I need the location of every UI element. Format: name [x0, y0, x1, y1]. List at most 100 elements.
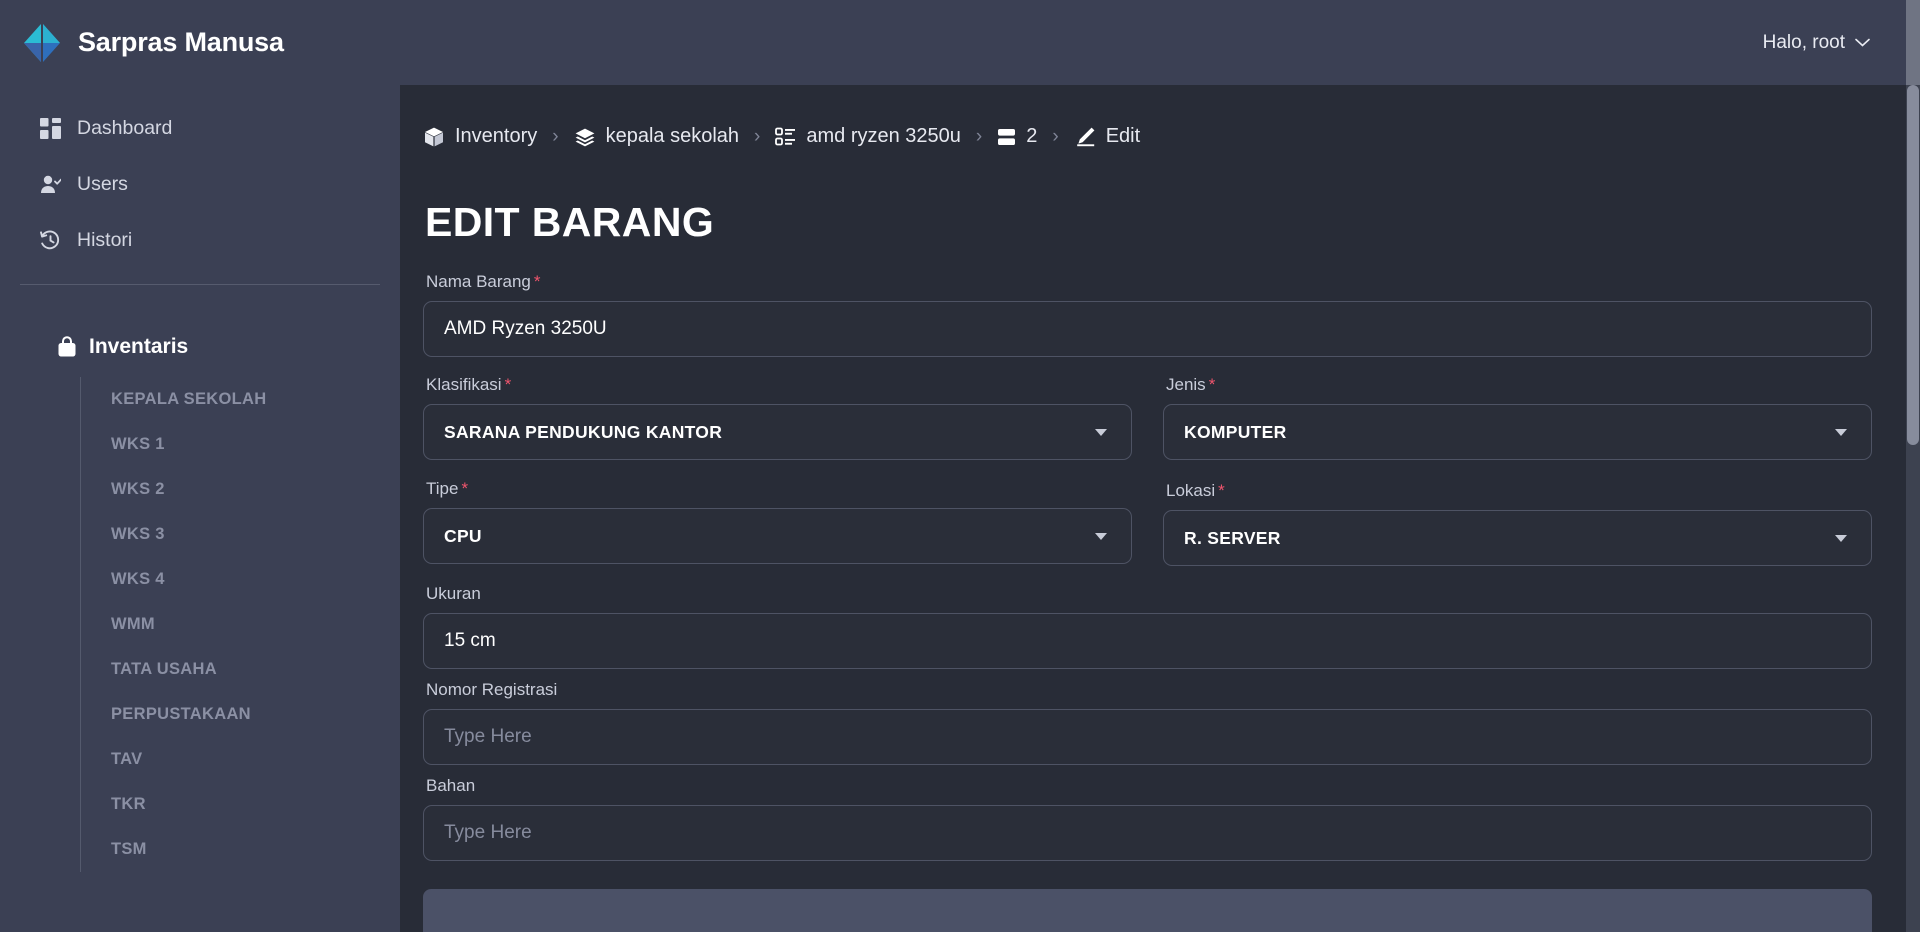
list-details-icon — [775, 126, 796, 147]
breadcrumb-item-kepala-sekolah[interactable]: kepala sekolah — [574, 125, 739, 148]
field-nama-barang: Nama Barang * AMD Ryzen 3250U — [423, 272, 1872, 357]
sidebar-subitem-kepala-sekolah[interactable]: KEPALA SEKOLAH — [111, 377, 400, 422]
breadcrumb-separator: › — [1052, 125, 1059, 147]
page-scrollbar-thumb[interactable] — [1907, 85, 1919, 445]
input-nama-barang[interactable]: AMD Ryzen 3250U — [423, 301, 1872, 357]
layers-icon — [574, 126, 596, 148]
history-clock-icon — [40, 230, 61, 251]
page-title: EDIT BARANG — [425, 199, 715, 245]
body-wrapper: Dashboard Users Histori Inventaris KEPAL… — [0, 85, 1920, 932]
required-marker: * — [533, 272, 541, 291]
sidebar-item-label: Users — [77, 173, 128, 195]
label-nama-barang: Nama Barang * — [423, 272, 1872, 292]
page-scrollbar-track[interactable] — [1906, 85, 1920, 932]
breadcrumb-label: 2 — [1026, 125, 1038, 147]
field-klasifikasi: Klasifikasi * SARANA PENDUKUNG KANTOR — [423, 375, 1132, 460]
chevron-diamond-logo-icon — [20, 21, 64, 65]
field-tipe: Tipe * CPU — [423, 479, 1132, 566]
edit-barang-form: Nama Barang * AMD Ryzen 3250U Klasifikasi… — [423, 272, 1872, 932]
required-marker: * — [1218, 481, 1225, 500]
select-lokasi[interactable]: R. SERVER — [1163, 510, 1872, 566]
main-content: Inventory › kepala sekolah › amd ryzen 3… — [400, 85, 1920, 932]
sidebar-subitem-tsm[interactable]: TSM — [111, 827, 400, 872]
input-ukuran[interactable]: 15 cm — [423, 613, 1872, 669]
label-bahan: Bahan — [426, 776, 476, 795]
label-nomor-registrasi: Nomor Registrasi — [426, 680, 558, 699]
form-footer-panel — [423, 889, 1872, 932]
select-tipe-value: CPU — [444, 525, 482, 546]
dashboard-grid-icon — [40, 118, 61, 139]
label-tipe: Tipe * — [423, 479, 1132, 499]
top-bar: Sarpras Manusa Halo, root — [0, 0, 1920, 85]
sidebar-subitem-tav[interactable]: TAV — [111, 737, 400, 782]
sidebar-item-dashboard[interactable]: Dashboard — [0, 107, 400, 150]
chevron-down-icon — [1835, 534, 1847, 542]
select-klasifikasi[interactable]: SARANA PENDUKUNG KANTOR — [423, 404, 1132, 460]
sidebar-item-users[interactable]: Users — [0, 163, 400, 206]
sidebar-subitem-wks-1[interactable]: WKS 1 — [111, 422, 400, 467]
required-marker: * — [504, 375, 512, 394]
select-jenis-value: KOMPUTER — [1184, 421, 1287, 442]
breadcrumb-item-amd-ryzen[interactable]: amd ryzen 3250u — [775, 125, 961, 148]
sidebar: Dashboard Users Histori Inventaris KEPAL… — [0, 85, 400, 932]
breadcrumb-item-quantity[interactable]: 2 — [997, 125, 1037, 148]
box-icon — [423, 126, 445, 148]
sidebar-divider — [20, 284, 380, 285]
select-klasifikasi-value: SARANA PENDUKUNG KANTOR — [444, 421, 723, 442]
breadcrumb-separator: › — [552, 125, 559, 147]
sidebar-item-label: Histori — [77, 229, 133, 251]
sidebar-subitem-wks-3[interactable]: WKS 3 — [111, 512, 400, 557]
pencil-icon — [1074, 126, 1096, 147]
sidebar-sublist: KEPALA SEKOLAH WKS 1 WKS 2 WKS 3 WKS 4 W… — [80, 377, 400, 872]
required-marker: * — [461, 479, 469, 498]
sidebar-subitem-wks-2[interactable]: WKS 2 — [111, 467, 400, 512]
label-klasifikasi: Klasifikasi * — [423, 375, 1132, 395]
breadcrumb-label: Inventory — [455, 125, 538, 147]
field-nomor-registrasi: Nomor Registrasi Type Here — [423, 680, 1872, 765]
chevron-down-icon — [1095, 428, 1107, 436]
rows-icon — [997, 127, 1016, 147]
label-text: Nama Barang — [426, 272, 531, 291]
sidebar-subitem-perpustakaan[interactable]: PERPUSTAKAAN — [111, 692, 400, 737]
chevron-down-icon — [1855, 38, 1870, 47]
chevron-down-icon — [1835, 428, 1847, 436]
sidebar-section-inventaris[interactable]: Inventaris — [0, 335, 400, 359]
sidebar-item-histori[interactable]: Histori — [0, 219, 400, 262]
field-ukuran: Ukuran 15 cm — [423, 584, 1872, 669]
label-jenis: Jenis * — [1163, 375, 1872, 395]
breadcrumb-label: amd ryzen 3250u — [806, 125, 961, 147]
sidebar-item-label: Dashboard — [77, 117, 173, 139]
label-text: Tipe — [426, 479, 459, 498]
breadcrumb-label: Edit — [1105, 125, 1141, 147]
field-lokasi: Lokasi * R. SERVER — [1163, 481, 1872, 566]
breadcrumb-item-inventory[interactable]: Inventory — [423, 125, 537, 148]
sidebar-subitem-wmm[interactable]: WMM — [111, 602, 400, 647]
label-lokasi: Lokasi * — [1163, 481, 1872, 501]
user-menu-button[interactable]: Halo, root — [1763, 32, 1882, 54]
select-tipe[interactable]: CPU — [423, 508, 1132, 564]
breadcrumb-item-edit[interactable]: Edit — [1074, 125, 1140, 148]
chevron-down-icon — [1095, 532, 1107, 540]
sidebar-section-label: Inventaris — [89, 335, 189, 358]
input-nomor-registrasi[interactable]: Type Here — [423, 709, 1872, 765]
input-bahan[interactable]: Type Here — [423, 805, 1872, 861]
scrollbar-top-cap — [1906, 0, 1920, 85]
row-klasifikasi-jenis: Klasifikasi * SARANA PENDUKUNG KANTOR Jen… — [423, 375, 1872, 460]
label-text: Lokasi — [1166, 481, 1216, 500]
brand-name: Sarpras Manusa — [78, 27, 284, 57]
brand[interactable]: Sarpras Manusa — [20, 21, 284, 65]
sidebar-subitem-tata-usaha[interactable]: TATA USAHA — [111, 647, 400, 692]
select-jenis[interactable]: KOMPUTER — [1163, 404, 1872, 460]
breadcrumb-label: kepala sekolah — [605, 125, 740, 147]
sidebar-subitem-wks-4[interactable]: WKS 4 — [111, 557, 400, 602]
app-root: Sarpras Manusa Halo, root Dashboard User… — [0, 0, 1920, 932]
breadcrumb-separator: › — [754, 125, 761, 147]
breadcrumb: Inventory › kepala sekolah › amd ryzen 3… — [423, 85, 1872, 148]
required-marker: * — [1208, 375, 1216, 394]
field-bahan: Bahan Type Here — [423, 776, 1872, 861]
row-tipe-lokasi: Tipe * CPU Lokasi * R. SERVER — [423, 479, 1872, 566]
sidebar-subitem-tkr[interactable]: TKR — [111, 782, 400, 827]
field-jenis: Jenis * KOMPUTER — [1163, 375, 1872, 460]
user-greeting: Halo, root — [1762, 31, 1845, 53]
label-ukuran: Ukuran — [426, 584, 481, 603]
